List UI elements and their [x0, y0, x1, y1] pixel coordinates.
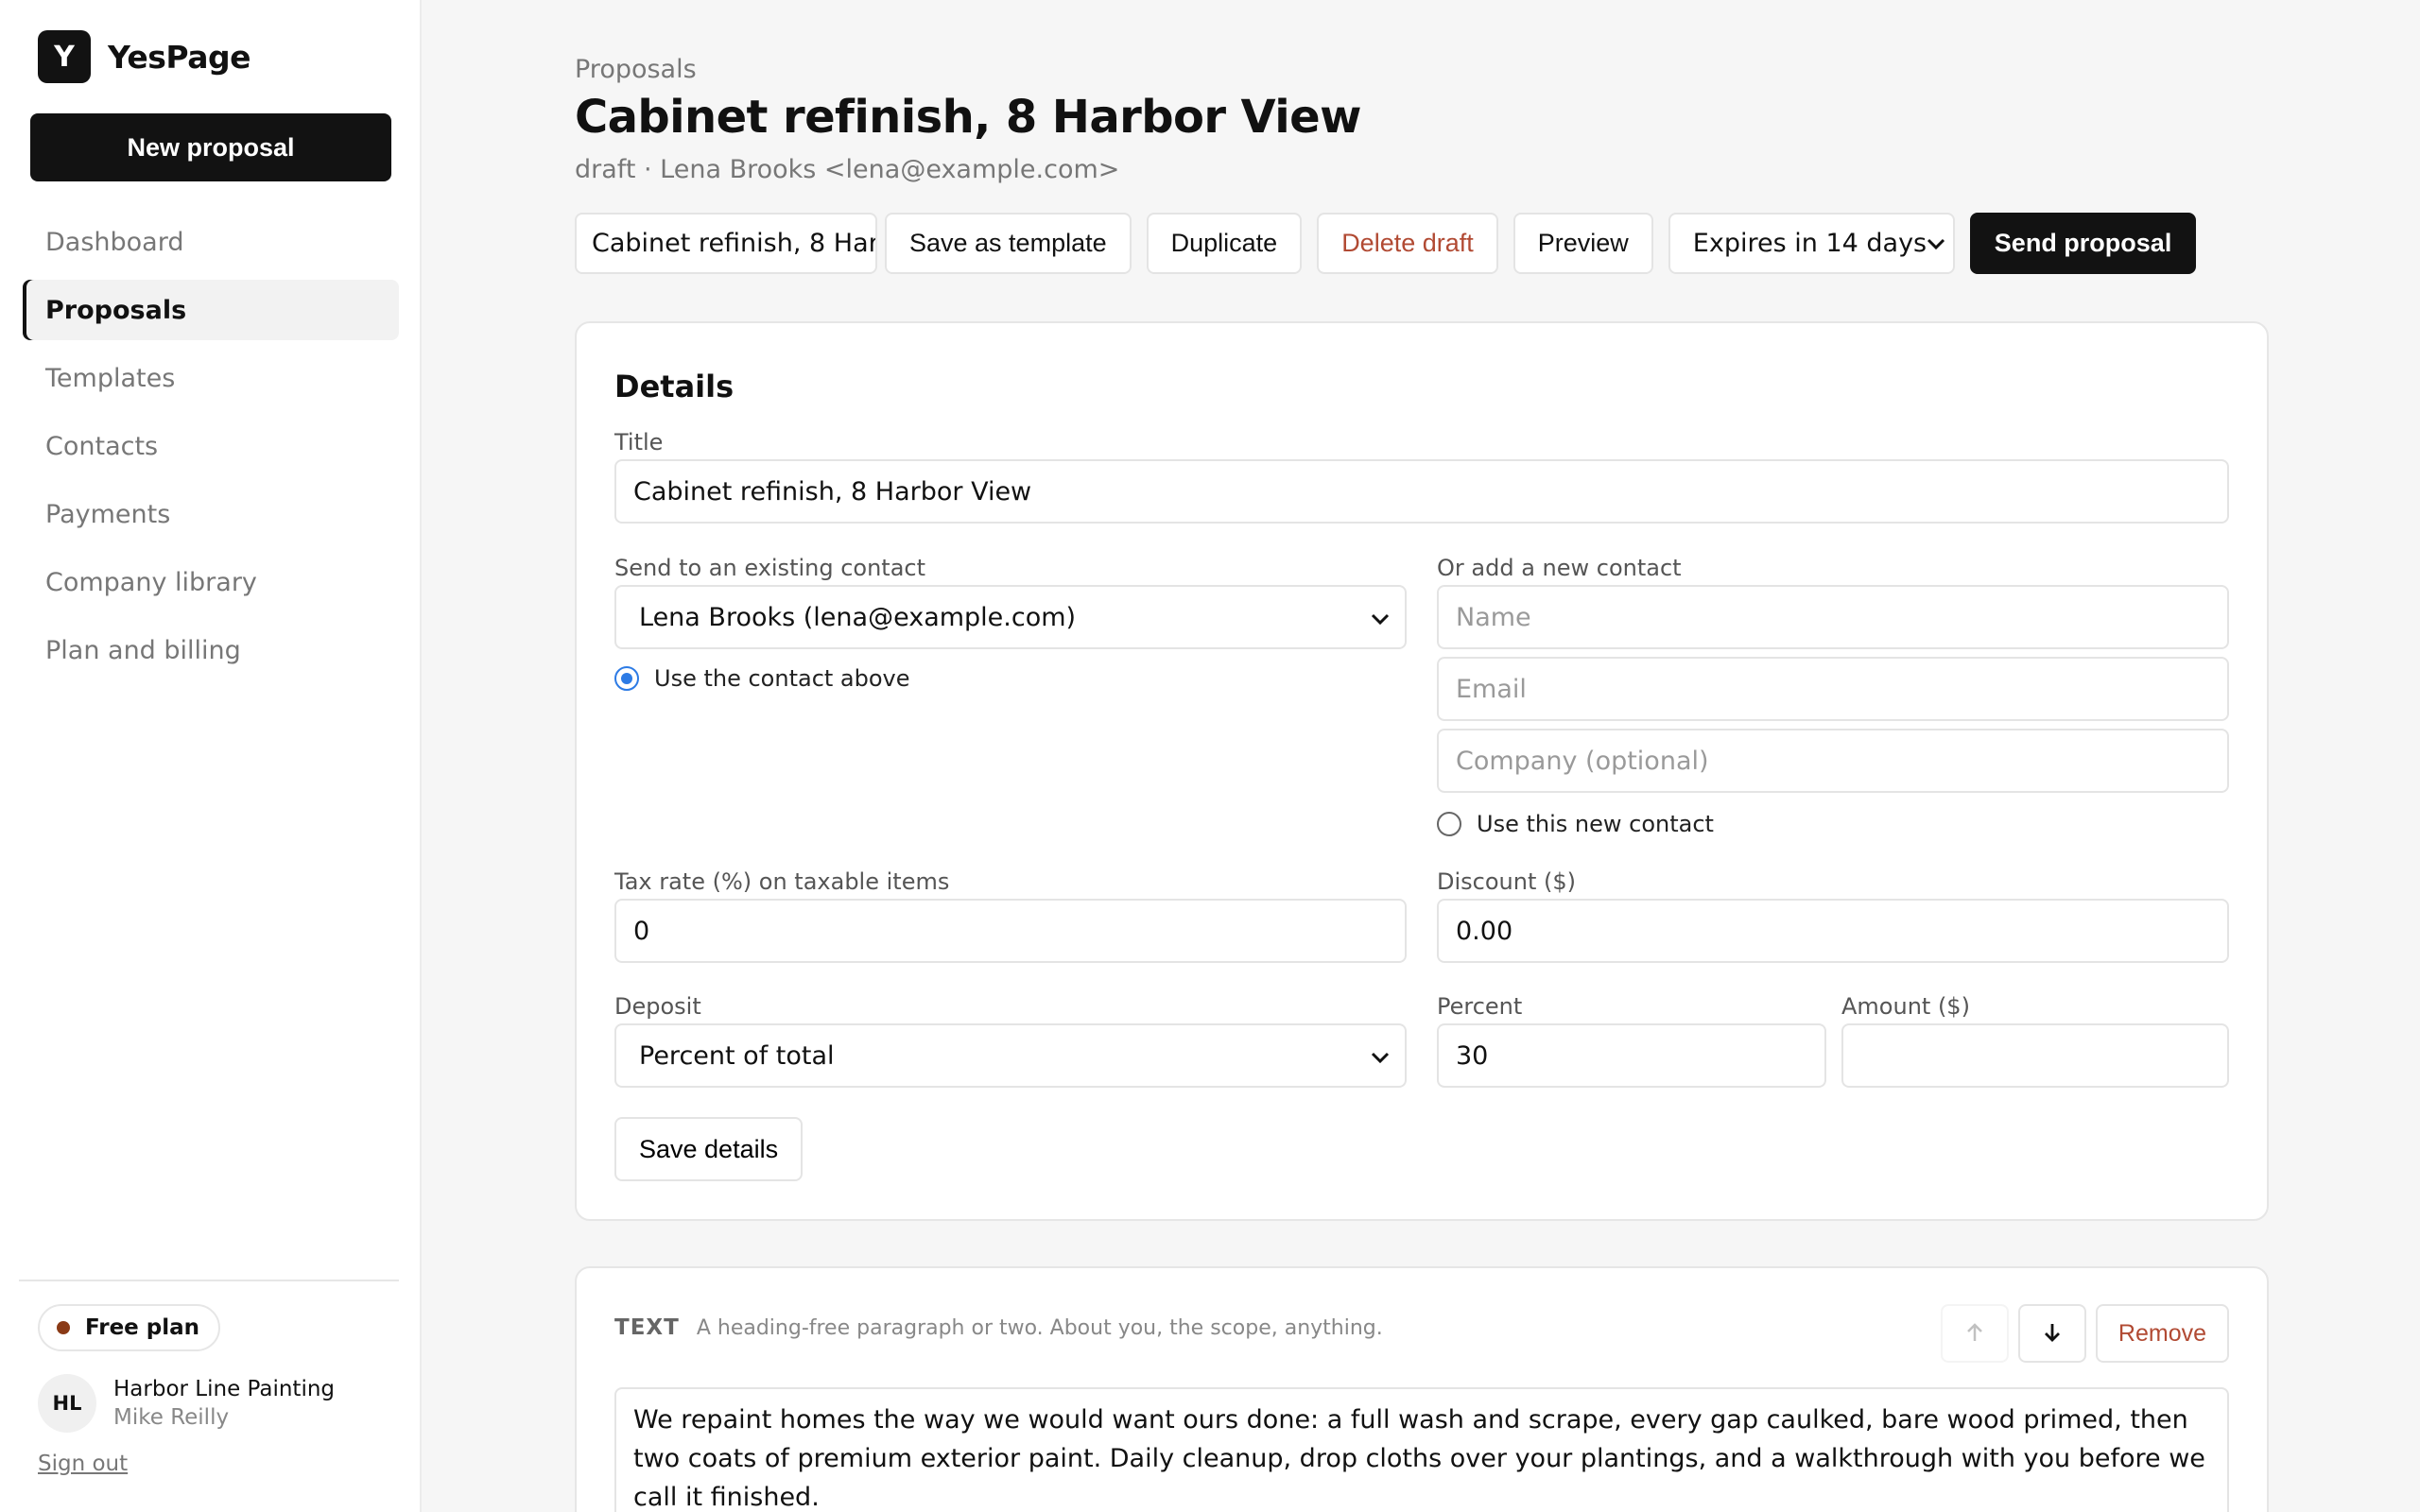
sidebar-item-plan-and-billing[interactable]: Plan and billing: [23, 620, 399, 680]
page-subtitle: draft · Lena Brooks <lena@example.com>: [575, 155, 1120, 184]
save-details-button[interactable]: Save details: [614, 1117, 804, 1181]
existing-contact-label: Send to an existing contact: [614, 555, 926, 581]
existing-contact-radio-label: Use the contact above: [654, 665, 910, 692]
block-hint: A heading-free paragraph or two. About y…: [696, 1315, 1383, 1340]
tax-rate-input[interactable]: 0: [614, 899, 1407, 963]
plan-label: Free plan: [85, 1315, 200, 1340]
expiry-value: Expires in 14 days: [1692, 229, 1927, 258]
sign-out-link[interactable]: Sign out: [38, 1452, 128, 1476]
delete-draft-button[interactable]: Delete draft: [1317, 213, 1498, 274]
discount-input[interactable]: 0.00: [1437, 899, 2229, 963]
use-existing-contact-option[interactable]: Use the contact above: [614, 665, 910, 692]
sidebar-item-payments[interactable]: Payments: [23, 484, 399, 544]
preview-button[interactable]: Preview: [1512, 213, 1653, 274]
account-company: Harbor Line Painting: [113, 1377, 336, 1401]
sidebar-divider: [19, 1280, 399, 1281]
new-contact-email-input[interactable]: Email: [1437, 657, 2229, 721]
block-actions: Remove: [1940, 1304, 2229, 1363]
chevron-down-icon: [1927, 232, 1945, 255]
remove-block-button[interactable]: Remove: [2095, 1304, 2229, 1363]
new-contact-radio[interactable]: [1437, 812, 1461, 836]
chevron-down-icon: [1371, 603, 1390, 632]
sidebar-item-company-library[interactable]: Company library: [23, 552, 399, 612]
discount-label: Discount ($): [1437, 868, 1576, 895]
sidebar-item-templates[interactable]: Templates: [23, 348, 399, 408]
text-block-header: TEXT A heading-free paragraph or two. Ab…: [614, 1315, 1383, 1340]
move-up-button[interactable]: [1940, 1304, 2009, 1363]
deposit-label: Deposit: [614, 993, 701, 1020]
account-info: HL Harbor Line Painting Mike Reilly: [38, 1374, 335, 1433]
avatar: HL: [38, 1374, 96, 1433]
details-card: Details Title Cabinet refinish, 8 Harbor…: [575, 321, 2269, 1221]
new-contact-company-input[interactable]: Company (optional): [1437, 729, 2229, 793]
title-label: Title: [614, 429, 664, 455]
existing-contact-radio[interactable]: [614, 666, 639, 691]
existing-contact-select[interactable]: Lena Brooks (lena@example.com): [614, 585, 1407, 649]
block-type-label: TEXT: [614, 1315, 680, 1340]
plan-status-dot-icon: [57, 1321, 70, 1334]
brand[interactable]: Y YesPage: [38, 30, 251, 83]
new-contact-name-input[interactable]: Name: [1437, 585, 2229, 649]
details-heading: Details: [614, 369, 735, 404]
sidebar: Y YesPage New proposal Dashboard Proposa…: [0, 0, 422, 1512]
sidebar-item-contacts[interactable]: Contacts: [23, 416, 399, 476]
title-input[interactable]: Cabinet refinish, 8 Harbor View: [614, 459, 2229, 524]
page-title: Cabinet refinish, 8 Harbor View: [575, 91, 1361, 144]
sidebar-item-proposals[interactable]: Proposals: [23, 280, 399, 340]
arrow-down-icon: [2042, 1321, 2063, 1347]
duplicate-button[interactable]: Duplicate: [1146, 213, 1303, 274]
send-proposal-button[interactable]: Send proposal: [1969, 213, 2197, 274]
text-block-card: TEXT A heading-free paragraph or two. Ab…: [575, 1266, 2269, 1512]
use-new-contact-option[interactable]: Use this new contact: [1437, 811, 1714, 837]
brand-name: YesPage: [108, 38, 251, 76]
chevron-down-icon: [1371, 1041, 1390, 1071]
expiry-select[interactable]: Expires in 14 days: [1668, 213, 1955, 274]
amount-label: Amount ($): [1841, 993, 1970, 1020]
new-contact-label: Or add a new contact: [1437, 555, 1682, 581]
save-as-template-button[interactable]: Save as template: [885, 213, 1132, 274]
tax-rate-label: Tax rate (%) on taxable items: [614, 868, 950, 895]
arrow-up-icon: [1964, 1321, 1985, 1347]
breadcrumb[interactable]: Proposals: [575, 55, 697, 84]
text-block-body[interactable]: We repaint homes the way we would want o…: [614, 1387, 2229, 1512]
sidebar-item-dashboard[interactable]: Dashboard: [23, 212, 399, 272]
sidebar-nav: Dashboard Proposals Templates Contacts P…: [23, 212, 399, 688]
plan-badge[interactable]: Free plan: [38, 1304, 221, 1351]
toolbar: Cabinet refinish, 8 Harbor View Save as …: [575, 213, 2197, 274]
percent-input[interactable]: 30: [1437, 1023, 1826, 1088]
new-contact-radio-label: Use this new contact: [1477, 811, 1714, 837]
account-user: Mike Reilly: [113, 1405, 230, 1430]
deposit-value: Percent of total: [639, 1040, 835, 1071]
move-down-button[interactable]: [2017, 1304, 2086, 1363]
deposit-select[interactable]: Percent of total: [614, 1023, 1407, 1088]
amount-input[interactable]: [1841, 1023, 2229, 1088]
percent-label: Percent: [1437, 993, 1523, 1020]
brand-logo: Y: [38, 30, 91, 83]
existing-contact-value: Lena Brooks (lena@example.com): [639, 602, 1077, 632]
new-proposal-button[interactable]: New proposal: [30, 113, 391, 181]
proposal-title-field[interactable]: Cabinet refinish, 8 Harbor View: [575, 213, 877, 274]
